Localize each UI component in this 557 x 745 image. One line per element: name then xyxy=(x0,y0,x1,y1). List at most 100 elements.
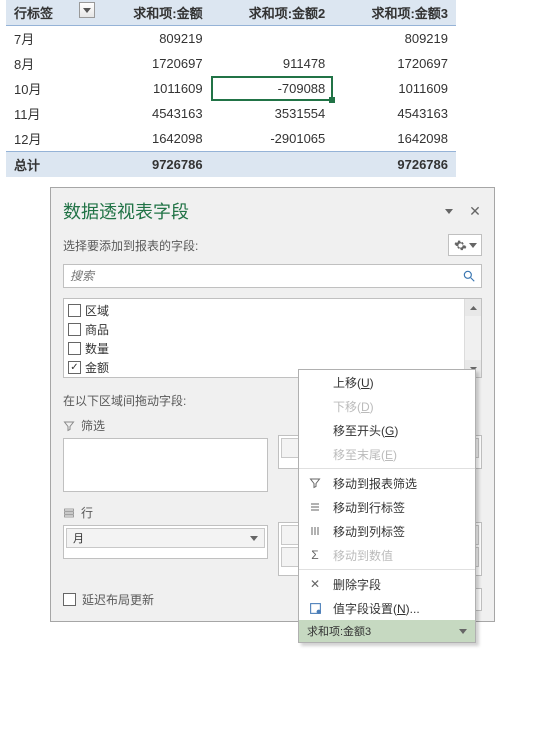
close-icon[interactable]: ✕ xyxy=(468,204,482,218)
menu-label: 移动到数值 xyxy=(333,547,393,564)
pivot-field-list-panel: 数据透视表字段 ✕ 选择要添加到报表的字段: 区域 商品 数量 金额 xyxy=(50,187,495,622)
checkbox-icon[interactable] xyxy=(68,342,81,355)
header-rowlabel: 行标签 xyxy=(6,0,97,26)
cell[interactable]: 1011609 xyxy=(97,76,210,101)
field-item[interactable]: 商品 xyxy=(64,320,464,339)
cell[interactable]: 12月 xyxy=(6,126,97,152)
settings-icon xyxy=(307,602,323,615)
search-box[interactable] xyxy=(63,264,482,288)
cell[interactable]: 10月 xyxy=(6,76,97,101)
search-input[interactable] xyxy=(64,269,457,283)
table-row[interactable]: 10月 1011609 -709088 1011609 xyxy=(6,76,456,101)
menu-active-field[interactable]: 求和项:金额3 xyxy=(299,620,475,642)
cell[interactable]: 809219 xyxy=(333,26,456,52)
rows-icon xyxy=(63,507,75,519)
cell[interactable]: 1011609 xyxy=(333,76,456,101)
drop-item[interactable]: 月 xyxy=(66,528,265,548)
cell[interactable]: 9726786 xyxy=(97,152,210,178)
gear-icon xyxy=(454,239,467,252)
cell[interactable]: 9726786 xyxy=(333,152,456,178)
panel-dropdown-icon[interactable] xyxy=(442,204,456,218)
menu-separator xyxy=(299,468,475,469)
rows-icon xyxy=(307,501,323,513)
close-icon: ✕ xyxy=(307,577,323,591)
menu-label: 删除字段 xyxy=(333,576,381,593)
drop-item-label: 月 xyxy=(73,530,84,546)
menu-to-filter[interactable]: 移动到报表筛选 xyxy=(299,471,475,495)
menu-field-settings[interactable]: 值字段设置(N)... xyxy=(299,596,475,620)
area-label: 筛选 xyxy=(81,417,105,434)
menu-active-field-label: 求和项:金额3 xyxy=(307,623,371,639)
cell[interactable]: 809219 xyxy=(97,26,210,52)
filter-area: 筛选 xyxy=(63,417,268,492)
cell[interactable]: 1642098 xyxy=(97,126,210,152)
pivot-header-row: 行标签 求和项:金额 求和项:金额2 求和项:金额3 xyxy=(6,0,456,26)
chevron-down-icon xyxy=(459,629,467,634)
panel-title: 数据透视表字段 xyxy=(63,198,189,224)
search-icon[interactable] xyxy=(457,269,481,283)
fields-list: 区域 商品 数量 金额 xyxy=(63,298,482,378)
menu-to-col[interactable]: 移动到列标签 xyxy=(299,519,475,543)
filter-icon xyxy=(307,477,323,489)
cell[interactable]: 8月 xyxy=(6,51,97,76)
table-row[interactable]: 8月 1720697 911478 1720697 xyxy=(6,51,456,76)
delay-label: 延迟布局更新 xyxy=(82,591,154,608)
chevron-down-icon xyxy=(469,243,477,248)
header-col2: 求和项:金额2 xyxy=(211,0,334,26)
table-row[interactable]: 11月 4543163 3531554 4543163 xyxy=(6,101,456,126)
sigma-icon: Σ xyxy=(307,548,323,562)
delay-layout-checkbox[interactable]: 延迟布局更新 xyxy=(63,591,154,608)
selected-cell[interactable]: -709088 xyxy=(211,76,334,101)
table-row[interactable]: 12月 1642098 -2901065 1642098 xyxy=(6,126,456,152)
cell[interactable]: 4543163 xyxy=(97,101,210,126)
checkbox-icon[interactable] xyxy=(63,593,76,606)
panel-header: 数据透视表字段 ✕ xyxy=(63,198,482,224)
filter-icon xyxy=(63,420,75,432)
table-row[interactable]: 7月 809219 809219 xyxy=(6,26,456,52)
total-label[interactable]: 总计 xyxy=(6,152,97,178)
scroll-up-icon[interactable] xyxy=(465,299,481,316)
menu-move-end: 移至末尾(E) xyxy=(299,442,475,466)
cell[interactable]: 7月 xyxy=(6,26,97,52)
header-col1: 求和项:金额 xyxy=(97,0,210,26)
header-col3: 求和项:金额3 xyxy=(333,0,456,26)
rows-area: 行 月 xyxy=(63,504,268,576)
scrollbar[interactable] xyxy=(464,299,481,377)
context-menu: 上移(U) 下移(D) 移至开头(G) 移至末尾(E) 移动到报表筛选 移动到行… xyxy=(298,369,476,643)
cell[interactable]: 3531554 xyxy=(211,101,334,126)
pivot-table[interactable]: 行标签 求和项:金额 求和项:金额2 求和项:金额3 7月 809219 809… xyxy=(6,0,456,177)
cell[interactable] xyxy=(211,152,334,178)
checkbox-icon[interactable] xyxy=(68,361,81,374)
menu-move-begin[interactable]: 移至开头(G) xyxy=(299,418,475,442)
checkbox-icon[interactable] xyxy=(68,304,81,317)
cell[interactable]: 4543163 xyxy=(333,101,456,126)
menu-label: 移动到行标签 xyxy=(333,499,405,516)
field-item[interactable]: 区域 xyxy=(64,301,464,320)
field-label: 金额 xyxy=(85,359,109,376)
cell[interactable]: 11月 xyxy=(6,101,97,126)
field-label: 数量 xyxy=(85,340,109,357)
cell[interactable]: -2901065 xyxy=(211,126,334,152)
header-rowlabel-text: 行标签 xyxy=(14,6,53,21)
cell[interactable]: 1642098 xyxy=(333,126,456,152)
menu-move-up[interactable]: 上移(U) xyxy=(299,370,475,394)
field-item[interactable]: 数量 xyxy=(64,339,464,358)
cell[interactable]: 1720697 xyxy=(333,51,456,76)
checkbox-icon[interactable] xyxy=(68,323,81,336)
filter-drop-zone[interactable] xyxy=(63,438,268,492)
panel-head-icons: ✕ xyxy=(442,204,482,218)
columns-icon xyxy=(307,525,323,537)
gear-button[interactable] xyxy=(448,234,482,256)
field-label: 商品 xyxy=(85,321,109,338)
rows-drop-zone[interactable]: 月 xyxy=(63,525,268,559)
cell[interactable]: 911478 xyxy=(211,51,334,76)
menu-label: 移动到报表筛选 xyxy=(333,475,417,492)
total-row[interactable]: 总计 9726786 9726786 xyxy=(6,152,456,178)
menu-to-row[interactable]: 移动到行标签 xyxy=(299,495,475,519)
area-label: 行 xyxy=(81,504,93,521)
filter-dropdown-button[interactable] xyxy=(79,2,95,18)
menu-delete-field[interactable]: ✕ 删除字段 xyxy=(299,572,475,596)
cell[interactable]: 1720697 xyxy=(97,51,210,76)
chevron-down-icon xyxy=(250,536,258,541)
cell[interactable] xyxy=(211,26,334,52)
